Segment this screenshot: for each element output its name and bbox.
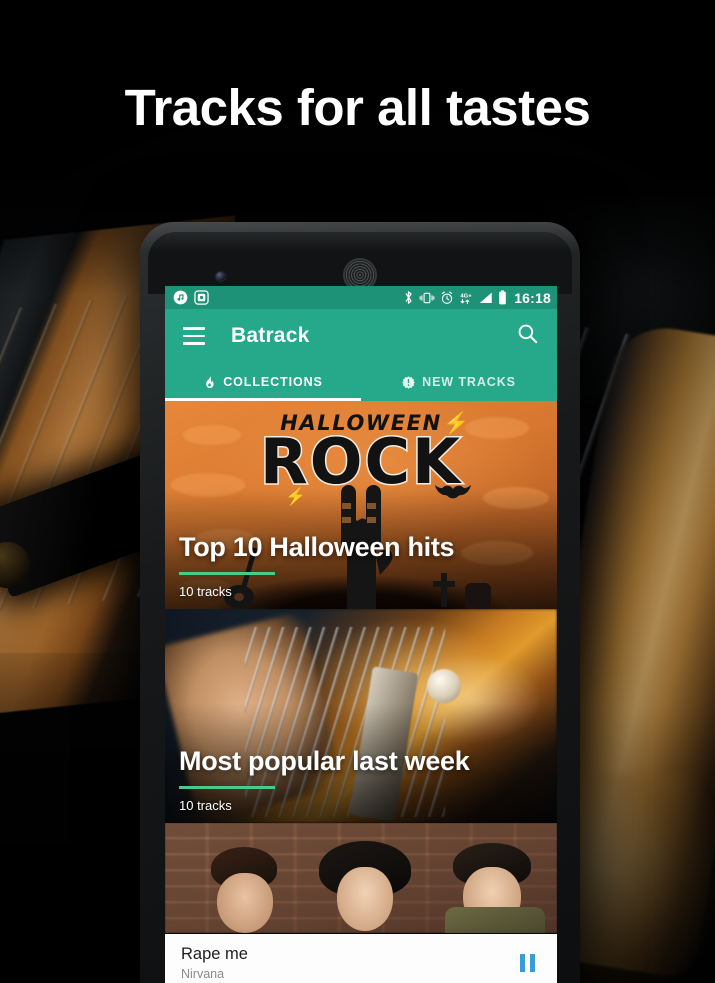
phone-screen: 4G+ 16:18 Batrack COLLECTIONS NEW TRACKS… [165, 286, 557, 983]
now-playing-artist: Nirvana [181, 967, 225, 981]
tab-collections-label: COLLECTIONS [223, 375, 323, 389]
band-member-face [337, 867, 393, 931]
bluetooth-icon [405, 291, 412, 304]
battery-icon [499, 290, 507, 305]
status-bar-system-icons: 4G+ 16:18 [403, 290, 551, 306]
alarm-icon [441, 290, 453, 304]
collection-card-most-popular[interactable]: Most popular last week 10 tracks [165, 609, 557, 823]
collection-title: Most popular last week [179, 746, 470, 777]
phone-mockup: 4G+ 16:18 Batrack COLLECTIONS NEW TRACKS… [140, 222, 580, 983]
collection-card-halloween[interactable]: HALLOWEEN ⚡ ROCK ⚡ Top 10 Halloween hits… [165, 401, 557, 609]
tab-new-tracks[interactable]: NEW TRACKS [361, 363, 557, 401]
collection-card-text: Most popular last week 10 tracks [179, 746, 543, 813]
accent-rule [179, 572, 275, 575]
search-icon[interactable] [516, 322, 539, 350]
signal-bars-icon [479, 292, 492, 303]
vibrate-icon [419, 292, 435, 303]
collection-card-band[interactable] [165, 823, 557, 933]
band-member [201, 847, 293, 933]
svg-text:4G+: 4G+ [461, 293, 473, 299]
app-bar: Batrack [165, 309, 557, 363]
screenshot-notification-icon [194, 290, 209, 305]
status-bar: 4G+ 16:18 [165, 286, 557, 309]
app-title: Batrack [231, 324, 310, 347]
collection-card-text: Top 10 Halloween hits 10 tracks [179, 532, 543, 599]
collection-title: Top 10 Halloween hits [179, 532, 455, 563]
tab-bar: COLLECTIONS NEW TRACKS [165, 363, 557, 401]
collection-track-count: 10 tracks [179, 584, 232, 599]
tab-collections[interactable]: COLLECTIONS [165, 363, 361, 401]
bat-icon [435, 485, 471, 499]
hamburger-menu-icon[interactable] [183, 327, 205, 345]
pause-icon[interactable] [514, 948, 541, 978]
status-bar-clock: 16:18 [514, 289, 551, 306]
guitar-knob-shape [427, 669, 461, 703]
page-headline: Tracks for all tastes [124, 79, 591, 136]
status-bar-notifications [173, 290, 209, 305]
collections-list[interactable]: HALLOWEEN ⚡ ROCK ⚡ Top 10 Halloween hits… [165, 401, 557, 983]
now-playing-bar[interactable]: Rape me Nirvana [165, 934, 557, 983]
band-member-face [217, 873, 273, 933]
4g-plus-data-icon: 4G+ [461, 293, 473, 304]
collection-track-count: 10 tracks [179, 798, 232, 813]
band-member [445, 843, 545, 933]
new-badge-icon [402, 375, 415, 389]
fire-icon [206, 374, 214, 388]
accent-rule [179, 786, 275, 789]
music-note-notification-icon [173, 290, 188, 305]
front-camera-icon [216, 272, 225, 281]
band-member-jacket [445, 907, 545, 933]
tab-new-tracks-label: NEW TRACKS [422, 375, 516, 389]
now-playing-meta: Rape me Nirvana [181, 945, 248, 981]
lightning-bolt-icon: ⚡ [285, 487, 307, 506]
now-playing-track-title: Rape me [181, 945, 248, 963]
band-member [315, 841, 419, 933]
